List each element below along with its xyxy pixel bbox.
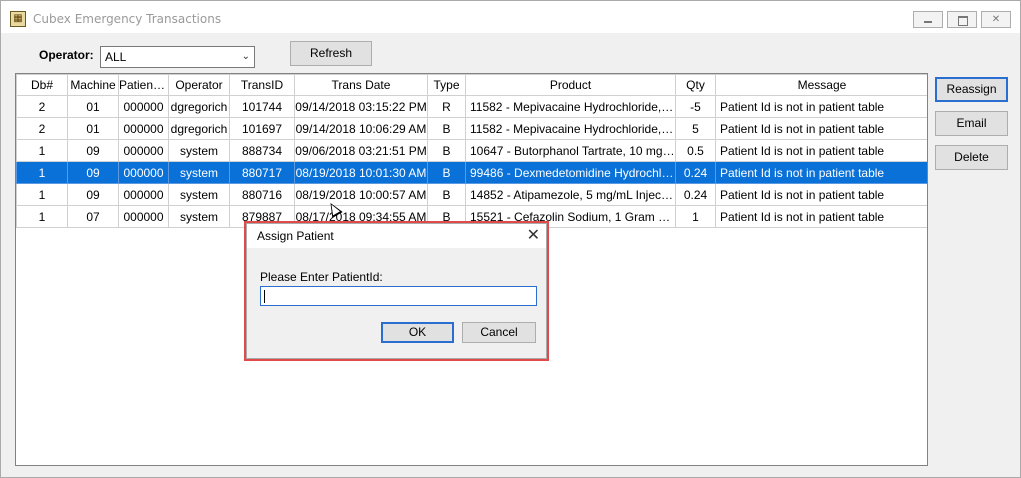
- cell: -5: [675, 95, 716, 118]
- cell: Patient Id is not in patient table: [715, 161, 927, 184]
- dialog-title: Assign Patient: [257, 229, 334, 243]
- cell: system: [168, 139, 230, 162]
- cell: 01: [67, 95, 119, 118]
- text-caret: [264, 290, 265, 303]
- column-header[interactable]: Type: [427, 74, 466, 96]
- window-title: Cubex Emergency Transactions: [33, 12, 222, 26]
- cubex-app-icon: ▦: [10, 11, 26, 27]
- cell: 99486 - Dexmedetomidine Hydrochloride...: [465, 161, 676, 184]
- cell: B: [427, 117, 466, 140]
- ok-button[interactable]: OK: [381, 322, 454, 343]
- column-header[interactable]: Operator: [168, 74, 230, 96]
- table-row[interactable]: 2 01 000000 dgregorich 101697 09/14/2018…: [16, 117, 927, 140]
- cell: Patient Id is not in patient table: [715, 117, 927, 140]
- cancel-button[interactable]: Cancel: [462, 322, 536, 343]
- column-header[interactable]: Trans Date: [294, 74, 428, 96]
- cell: 101744: [229, 95, 295, 118]
- table-row[interactable]: 2 01 000000 dgregorich 101744 09/14/2018…: [16, 95, 927, 118]
- close-button[interactable]: ✕: [981, 11, 1011, 28]
- cell: 000000: [118, 139, 169, 162]
- patient-id-prompt: Please Enter PatientId:: [260, 270, 383, 284]
- cell: Patient Id is not in patient table: [715, 139, 927, 162]
- dialog-title-bar: Assign Patient ✕: [247, 224, 546, 248]
- operator-selected-value: ALL: [105, 50, 127, 64]
- patient-id-input[interactable]: [260, 286, 537, 306]
- dialog-close-icon[interactable]: ✕: [527, 225, 540, 244]
- cell: 000000: [118, 117, 169, 140]
- cell: 888734: [229, 139, 295, 162]
- title-bar: ▦ Cubex Emergency Transactions ✕: [1, 1, 1020, 33]
- cell: 880717: [229, 161, 295, 184]
- cell: 08/19/2018 10:00:57 AM: [294, 183, 428, 206]
- cell: 5: [675, 117, 716, 140]
- assign-patient-dialog: Assign Patient ✕ Please Enter PatientId:…: [246, 223, 547, 359]
- cell: 0.24: [675, 183, 716, 206]
- cell: 11582 - Mepivacaine Hydrochloride, 2% ..…: [465, 95, 676, 118]
- cell: 10647 - Butorphanol Tartrate, 10 mg/mL .…: [465, 139, 676, 162]
- transactions-table: Db# Machine PatientID Operator TransID T…: [16, 74, 927, 228]
- column-header[interactable]: Machine: [67, 74, 119, 96]
- cell: Patient Id is not in patient table: [715, 183, 927, 206]
- minimize-button[interactable]: [913, 11, 943, 28]
- chevron-down-icon: ⌄: [241, 51, 250, 62]
- cell: 09/14/2018 03:15:22 PM: [294, 95, 428, 118]
- column-header[interactable]: PatientID: [118, 74, 169, 96]
- cell: Patient Id is not in patient table: [715, 95, 927, 118]
- column-header[interactable]: Message: [715, 74, 927, 96]
- cell: 000000: [118, 183, 169, 206]
- cell: 2: [16, 117, 68, 140]
- cell: 14852 - Atipamezole, 5 mg/mL Injection: [465, 183, 676, 206]
- maximize-button[interactable]: [947, 11, 977, 28]
- cell: 880716: [229, 183, 295, 206]
- cell: 09: [67, 161, 119, 184]
- cell: 1: [16, 183, 68, 206]
- cell: 000000: [118, 205, 169, 228]
- cell: 09/14/2018 10:06:29 AM: [294, 117, 428, 140]
- cell: 0.24: [675, 161, 716, 184]
- cell: system: [168, 183, 230, 206]
- column-header[interactable]: TransID: [229, 74, 295, 96]
- cell: 2: [16, 95, 68, 118]
- cell: 000000: [118, 95, 169, 118]
- cell: 07: [67, 205, 119, 228]
- cell: 0.5: [675, 139, 716, 162]
- cell: 000000: [118, 161, 169, 184]
- cell: 1: [16, 139, 68, 162]
- table-row[interactable]: 1 09 000000 system 880716 08/19/2018 10:…: [16, 183, 927, 206]
- operator-dropdown[interactable]: ALL ⌄: [100, 46, 255, 68]
- cell: 08/19/2018 10:01:30 AM: [294, 161, 428, 184]
- cell: dgregorich: [168, 117, 230, 140]
- cell: 09: [67, 139, 119, 162]
- refresh-button[interactable]: Refresh: [290, 41, 372, 66]
- cell: B: [427, 161, 466, 184]
- cell: B: [427, 139, 466, 162]
- cell: B: [427, 183, 466, 206]
- table-header-row: Db# Machine PatientID Operator TransID T…: [16, 74, 927, 96]
- main-window: ▦ Cubex Emergency Transactions ✕ Operato…: [0, 0, 1021, 478]
- cell: 1: [675, 205, 716, 228]
- cell: R: [427, 95, 466, 118]
- cell: 01: [67, 117, 119, 140]
- cell: 101697: [229, 117, 295, 140]
- email-button[interactable]: Email: [935, 111, 1008, 136]
- cell: 1: [16, 205, 68, 228]
- cell: system: [168, 161, 230, 184]
- operator-label: Operator:: [39, 48, 94, 62]
- table-row-selected[interactable]: 1 09 000000 system 880717 08/19/2018 10:…: [16, 161, 927, 184]
- reassign-button[interactable]: Reassign: [935, 77, 1008, 102]
- cell: 09: [67, 183, 119, 206]
- column-header[interactable]: Qty: [675, 74, 716, 96]
- column-header[interactable]: Db#: [16, 74, 68, 96]
- cell: 09/06/2018 03:21:51 PM: [294, 139, 428, 162]
- cell: Patient Id is not in patient table: [715, 205, 927, 228]
- cell: 1: [16, 161, 68, 184]
- delete-button[interactable]: Delete: [935, 145, 1008, 170]
- cell: 11582 - Mepivacaine Hydrochloride, 2% ..…: [465, 117, 676, 140]
- table-row[interactable]: 1 09 000000 system 888734 09/06/2018 03:…: [16, 139, 927, 162]
- column-header[interactable]: Product: [465, 74, 676, 96]
- cell: dgregorich: [168, 95, 230, 118]
- cell: system: [168, 205, 230, 228]
